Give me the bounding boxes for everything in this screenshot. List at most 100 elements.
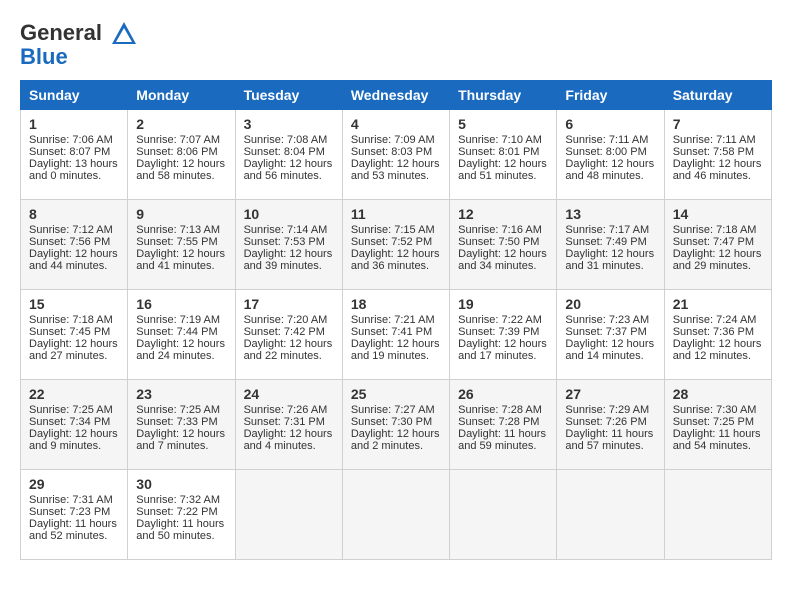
daylight: Daylight: 12 hours and 53 minutes. (351, 158, 440, 182)
sunrise: Sunrise: 7:12 AM (29, 224, 113, 236)
sunrise: Sunrise: 7:27 AM (351, 404, 435, 416)
daylight: Daylight: 12 hours and 9 minutes. (29, 428, 118, 452)
day-number: 11 (351, 206, 441, 222)
day-number: 13 (565, 206, 655, 222)
calendar-cell: 13 Sunrise: 7:17 AM Sunset: 7:49 PM Dayl… (557, 200, 664, 290)
header-friday: Friday (557, 81, 664, 110)
sunset: Sunset: 7:41 PM (351, 326, 432, 338)
day-number: 18 (351, 296, 441, 312)
sunset: Sunset: 7:42 PM (244, 326, 325, 338)
sunset: Sunset: 7:23 PM (29, 506, 110, 518)
daylight: Daylight: 11 hours and 50 minutes. (136, 518, 224, 542)
logo-blue: Blue (20, 44, 68, 70)
calendar-cell: 28 Sunrise: 7:30 AM Sunset: 7:25 PM Dayl… (664, 380, 771, 470)
sunrise: Sunrise: 7:29 AM (565, 404, 649, 416)
logo: General Blue (20, 20, 138, 70)
sunset: Sunset: 7:25 PM (673, 416, 754, 428)
sunrise: Sunrise: 7:23 AM (565, 314, 649, 326)
daylight: Daylight: 11 hours and 59 minutes. (458, 428, 546, 452)
sunrise: Sunrise: 7:32 AM (136, 494, 220, 506)
sunrise: Sunrise: 7:28 AM (458, 404, 542, 416)
sunrise: Sunrise: 7:07 AM (136, 134, 220, 146)
calendar-cell: 26 Sunrise: 7:28 AM Sunset: 7:28 PM Dayl… (450, 380, 557, 470)
sunset: Sunset: 7:36 PM (673, 326, 754, 338)
daylight: Daylight: 12 hours and 48 minutes. (565, 158, 654, 182)
header-tuesday: Tuesday (235, 81, 342, 110)
calendar-cell: 7 Sunrise: 7:11 AM Sunset: 7:58 PM Dayli… (664, 110, 771, 200)
day-number: 1 (29, 116, 119, 132)
header-thursday: Thursday (450, 81, 557, 110)
calendar-week-2: 8 Sunrise: 7:12 AM Sunset: 7:56 PM Dayli… (21, 200, 772, 290)
calendar-cell: 4 Sunrise: 7:09 AM Sunset: 8:03 PM Dayli… (342, 110, 449, 200)
sunrise: Sunrise: 7:30 AM (673, 404, 757, 416)
day-number: 16 (136, 296, 226, 312)
daylight: Daylight: 12 hours and 17 minutes. (458, 338, 547, 362)
day-number: 2 (136, 116, 226, 132)
daylight: Daylight: 12 hours and 2 minutes. (351, 428, 440, 452)
calendar-cell: 20 Sunrise: 7:23 AM Sunset: 7:37 PM Dayl… (557, 290, 664, 380)
daylight: Daylight: 12 hours and 4 minutes. (244, 428, 333, 452)
day-number: 5 (458, 116, 548, 132)
calendar-cell: 25 Sunrise: 7:27 AM Sunset: 7:30 PM Dayl… (342, 380, 449, 470)
sunrise: Sunrise: 7:11 AM (565, 134, 648, 146)
sunset: Sunset: 7:31 PM (244, 416, 325, 428)
day-number: 29 (29, 476, 119, 492)
sunrise: Sunrise: 7:18 AM (673, 224, 757, 236)
day-number: 10 (244, 206, 334, 222)
calendar-cell: 27 Sunrise: 7:29 AM Sunset: 7:26 PM Dayl… (557, 380, 664, 470)
sunrise: Sunrise: 7:14 AM (244, 224, 328, 236)
sunset: Sunset: 7:22 PM (136, 506, 217, 518)
calendar-cell: 19 Sunrise: 7:22 AM Sunset: 7:39 PM Dayl… (450, 290, 557, 380)
calendar-week-3: 15 Sunrise: 7:18 AM Sunset: 7:45 PM Dayl… (21, 290, 772, 380)
sunset: Sunset: 7:33 PM (136, 416, 217, 428)
sunset: Sunset: 8:01 PM (458, 146, 539, 158)
sunset: Sunset: 7:26 PM (565, 416, 646, 428)
calendar-body: 1 Sunrise: 7:06 AM Sunset: 8:07 PM Dayli… (21, 110, 772, 560)
calendar-cell: 11 Sunrise: 7:15 AM Sunset: 7:52 PM Dayl… (342, 200, 449, 290)
daylight: Daylight: 12 hours and 41 minutes. (136, 248, 225, 272)
sunrise: Sunrise: 7:18 AM (29, 314, 113, 326)
daylight: Daylight: 12 hours and 19 minutes. (351, 338, 440, 362)
day-number: 20 (565, 296, 655, 312)
sunrise: Sunrise: 7:06 AM (29, 134, 113, 146)
calendar-cell: 22 Sunrise: 7:25 AM Sunset: 7:34 PM Dayl… (21, 380, 128, 470)
header-monday: Monday (128, 81, 235, 110)
sunrise: Sunrise: 7:25 AM (29, 404, 113, 416)
daylight: Daylight: 11 hours and 54 minutes. (673, 428, 761, 452)
sunrise: Sunrise: 7:20 AM (244, 314, 328, 326)
calendar-cell (450, 470, 557, 560)
day-number: 22 (29, 386, 119, 402)
sunrise: Sunrise: 7:24 AM (673, 314, 757, 326)
day-number: 9 (136, 206, 226, 222)
day-number: 21 (673, 296, 763, 312)
day-number: 6 (565, 116, 655, 132)
calendar-cell: 16 Sunrise: 7:19 AM Sunset: 7:44 PM Dayl… (128, 290, 235, 380)
calendar-cell: 15 Sunrise: 7:18 AM Sunset: 7:45 PM Dayl… (21, 290, 128, 380)
sunrise: Sunrise: 7:13 AM (136, 224, 220, 236)
calendar-cell: 23 Sunrise: 7:25 AM Sunset: 7:33 PM Dayl… (128, 380, 235, 470)
daylight: Daylight: 12 hours and 7 minutes. (136, 428, 225, 452)
sunrise: Sunrise: 7:08 AM (244, 134, 328, 146)
calendar-cell: 18 Sunrise: 7:21 AM Sunset: 7:41 PM Dayl… (342, 290, 449, 380)
sunset: Sunset: 7:45 PM (29, 326, 110, 338)
sunset: Sunset: 7:39 PM (458, 326, 539, 338)
day-number: 12 (458, 206, 548, 222)
sunset: Sunset: 7:30 PM (351, 416, 432, 428)
calendar-table: SundayMondayTuesdayWednesdayThursdayFrid… (20, 80, 772, 560)
calendar-cell: 9 Sunrise: 7:13 AM Sunset: 7:55 PM Dayli… (128, 200, 235, 290)
calendar-cell: 1 Sunrise: 7:06 AM Sunset: 8:07 PM Dayli… (21, 110, 128, 200)
calendar-header-row: SundayMondayTuesdayWednesdayThursdayFrid… (21, 81, 772, 110)
calendar-cell: 6 Sunrise: 7:11 AM Sunset: 8:00 PM Dayli… (557, 110, 664, 200)
daylight: Daylight: 13 hours and 0 minutes. (29, 158, 118, 182)
day-number: 15 (29, 296, 119, 312)
sunset: Sunset: 8:06 PM (136, 146, 217, 158)
daylight: Daylight: 12 hours and 56 minutes. (244, 158, 333, 182)
day-number: 28 (673, 386, 763, 402)
daylight: Daylight: 12 hours and 36 minutes. (351, 248, 440, 272)
header-sunday: Sunday (21, 81, 128, 110)
sunset: Sunset: 7:28 PM (458, 416, 539, 428)
day-number: 4 (351, 116, 441, 132)
daylight: Daylight: 12 hours and 34 minutes. (458, 248, 547, 272)
daylight: Daylight: 12 hours and 24 minutes. (136, 338, 225, 362)
sunrise: Sunrise: 7:25 AM (136, 404, 220, 416)
